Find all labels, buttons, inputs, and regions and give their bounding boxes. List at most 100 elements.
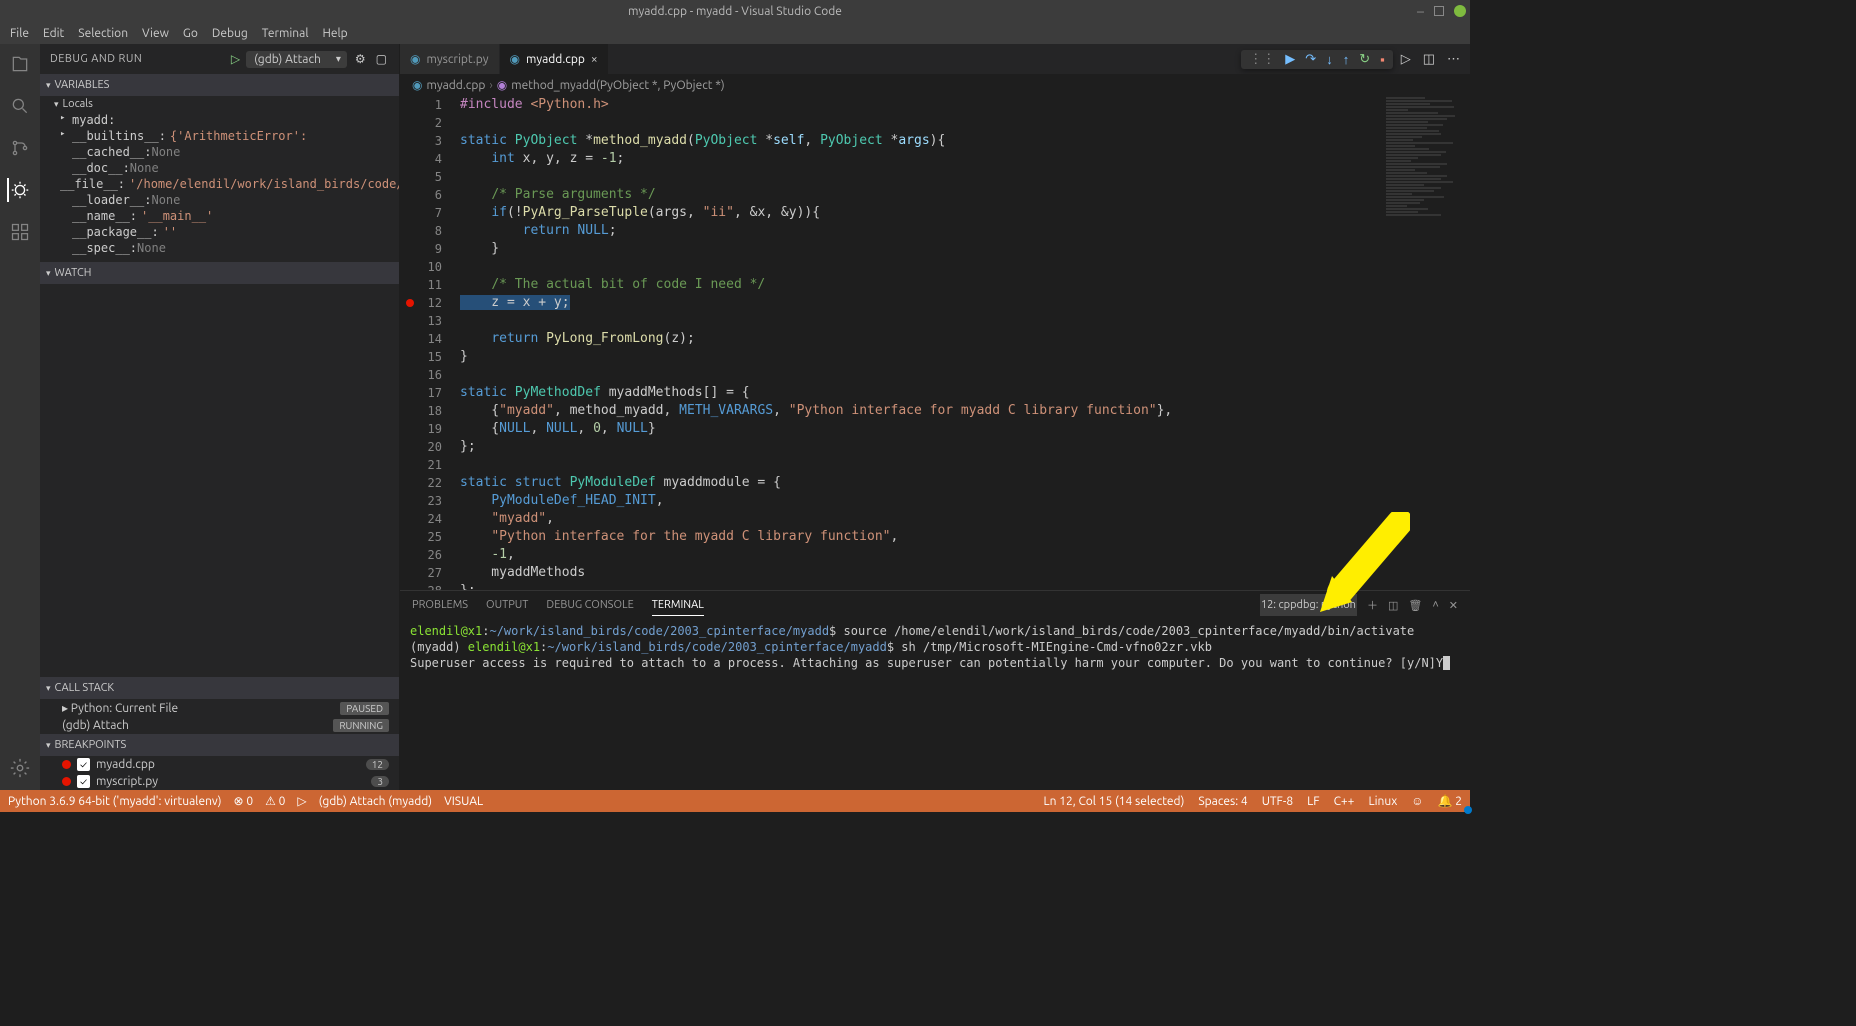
status-errors[interactable]: ⊗ 0 bbox=[234, 794, 254, 808]
editor-tabs: ◉myscript.py◉myadd.cpp× ⋮⋮ ▶ ↷ ↓ ↑ ↻ ▪ ▷… bbox=[400, 44, 1470, 74]
status-python[interactable]: Python 3.6.9 64-bit ('myadd': virtualenv… bbox=[8, 795, 222, 808]
menu-go[interactable]: Go bbox=[177, 25, 204, 42]
status-notifications[interactable]: 🔔 2 bbox=[1438, 794, 1462, 808]
status-language[interactable]: C++ bbox=[1334, 795, 1355, 808]
breakpoint-row[interactable]: ✓myadd.cpp12 bbox=[40, 756, 399, 773]
step-into-icon[interactable]: ↓ bbox=[1326, 52, 1333, 67]
menubar: FileEditSelectionViewGoDebugTerminalHelp bbox=[0, 22, 1470, 44]
panel-tab-debug-console[interactable]: DEBUG CONSOLE bbox=[546, 595, 633, 615]
status-debug-config[interactable]: (gdb) Attach (myadd) bbox=[319, 795, 432, 808]
status-cursor-pos[interactable]: Ln 12, Col 15 (14 selected) bbox=[1044, 795, 1185, 808]
file-icon: ◉ bbox=[412, 78, 422, 92]
breadcrumb[interactable]: ◉ myadd.cpp › ◉ method_myadd(PyObject *,… bbox=[400, 74, 1470, 96]
titlebar: myadd.cpp - myadd - Visual Studio Code – bbox=[0, 0, 1470, 22]
menu-edit[interactable]: Edit bbox=[37, 25, 70, 42]
debug-title: DEBUG AND RUN bbox=[50, 53, 225, 65]
variable-row[interactable]: __file__: '/home/elendil/work/island_bir… bbox=[40, 176, 399, 192]
menu-terminal[interactable]: Terminal bbox=[256, 25, 315, 42]
checkbox-icon[interactable]: ✓ bbox=[77, 775, 90, 788]
menu-selection[interactable]: Selection bbox=[72, 25, 134, 42]
panel-tab-problems[interactable]: PROBLEMS bbox=[412, 595, 468, 615]
status-debug-play-icon[interactable]: ▷ bbox=[297, 794, 306, 808]
stop-icon[interactable]: ▪ bbox=[1380, 52, 1385, 67]
kill-terminal-icon[interactable]: 🗑 bbox=[1408, 595, 1422, 616]
window-title: myadd.cpp - myadd - Visual Studio Code bbox=[628, 5, 842, 18]
variable-row[interactable]: ▸__builtins__: {'ArithmeticError': bbox=[40, 128, 399, 144]
search-icon[interactable] bbox=[8, 94, 32, 118]
variable-row[interactable]: ▸myadd: bbox=[40, 112, 399, 128]
variables-section[interactable]: ▾VARIABLES bbox=[40, 74, 399, 96]
status-eol[interactable]: LF bbox=[1307, 795, 1319, 808]
breadcrumb-file[interactable]: myadd.cpp bbox=[426, 79, 485, 92]
editor-tab-myscript-py[interactable]: ◉myscript.py bbox=[400, 44, 500, 74]
close-tab-icon[interactable]: × bbox=[591, 53, 598, 66]
variable-row[interactable]: __cached__: None bbox=[40, 144, 399, 160]
terminal[interactable]: elendil@x1:~/work/island_birds/code/2003… bbox=[400, 619, 1470, 790]
locals-header[interactable]: ▾Locals bbox=[40, 96, 399, 112]
variable-row[interactable]: __spec__: None bbox=[40, 240, 399, 256]
method-icon: ◉ bbox=[497, 78, 507, 92]
debug-icon[interactable] bbox=[7, 178, 31, 202]
status-warnings[interactable]: ⚠ 0 bbox=[265, 794, 285, 808]
debug-console-icon[interactable]: ▢ bbox=[374, 50, 389, 68]
variable-row[interactable]: __name__: '__main__' bbox=[40, 208, 399, 224]
code-editor[interactable]: 1234567891011121314151617181920212223242… bbox=[400, 96, 1470, 590]
file-icon: ◉ bbox=[410, 52, 420, 66]
source-control-icon[interactable] bbox=[8, 136, 32, 160]
breakpoint-row[interactable]: ✓myscript.py3 bbox=[40, 773, 399, 790]
minimap[interactable] bbox=[1380, 96, 1470, 590]
close-panel-icon[interactable]: ✕ bbox=[1449, 595, 1458, 616]
terminal-select[interactable]: 12: cppdbg: python bbox=[1260, 594, 1357, 616]
variable-row[interactable]: __doc__: None bbox=[40, 160, 399, 176]
menu-view[interactable]: View bbox=[136, 25, 175, 42]
settings-gear-icon[interactable] bbox=[8, 756, 32, 780]
explorer-icon[interactable] bbox=[8, 52, 32, 76]
drag-handle-icon[interactable]: ⋮⋮ bbox=[1249, 52, 1275, 67]
file-icon: ◉ bbox=[510, 52, 520, 66]
callstack-row[interactable]: ▸ Python: Current FilePAUSED bbox=[40, 699, 399, 717]
maximize-panel-icon[interactable]: ˄ bbox=[1432, 595, 1438, 615]
menu-file[interactable]: File bbox=[4, 25, 35, 42]
run-file-icon[interactable]: ▷ bbox=[1401, 52, 1411, 67]
breakpoints-section[interactable]: ▾BREAKPOINTS bbox=[40, 734, 399, 756]
more-actions-icon[interactable]: ⋯ bbox=[1447, 52, 1460, 67]
split-terminal-icon[interactable]: ◫ bbox=[1388, 595, 1398, 616]
variable-row[interactable]: __loader__: None bbox=[40, 192, 399, 208]
status-bar: Python 3.6.9 64-bit ('myadd': virtualenv… bbox=[0, 790, 1470, 812]
callstack-row[interactable]: (gdb) AttachRUNNING bbox=[40, 717, 399, 734]
panel-tab-terminal[interactable]: TERMINAL bbox=[652, 595, 704, 616]
callstack-section[interactable]: ▾CALL STACK bbox=[40, 677, 399, 699]
status-encoding[interactable]: UTF-8 bbox=[1262, 795, 1293, 808]
window-minimize-icon[interactable]: – bbox=[1417, 4, 1424, 18]
status-spaces[interactable]: Spaces: 4 bbox=[1198, 795, 1247, 808]
step-out-icon[interactable]: ↑ bbox=[1343, 52, 1350, 67]
status-os[interactable]: Linux bbox=[1368, 795, 1397, 808]
status-vim-mode: VISUAL bbox=[444, 795, 483, 808]
continue-icon[interactable]: ▶ bbox=[1285, 52, 1295, 67]
debug-sidebar: DEBUG AND RUN ▷ (gdb) Attach ⚙ ▢ ▾VARIAB… bbox=[40, 44, 400, 790]
breakpoint-dot-icon bbox=[62, 760, 71, 769]
editor-tab-myadd-cpp[interactable]: ◉myadd.cpp× bbox=[500, 44, 609, 74]
restart-icon[interactable]: ↻ bbox=[1359, 52, 1370, 67]
step-over-icon[interactable]: ↷ bbox=[1305, 52, 1316, 67]
menu-debug[interactable]: Debug bbox=[206, 25, 254, 42]
checkbox-icon[interactable]: ✓ bbox=[77, 758, 90, 771]
debug-config-select[interactable]: (gdb) Attach bbox=[246, 51, 347, 68]
debug-settings-icon[interactable]: ⚙ bbox=[353, 50, 368, 68]
extensions-icon[interactable] bbox=[8, 220, 32, 244]
window-close-icon[interactable] bbox=[1454, 5, 1466, 17]
window-maximize-icon[interactable] bbox=[1434, 6, 1444, 16]
watch-section[interactable]: ▾WATCH bbox=[40, 262, 399, 284]
split-editor-icon[interactable]: ◫ bbox=[1423, 52, 1435, 67]
bottom-panel: PROBLEMS OUTPUT DEBUG CONSOLE TERMINAL 1… bbox=[400, 590, 1470, 790]
menu-help[interactable]: Help bbox=[316, 25, 353, 42]
status-feedback-icon[interactable]: ☺ bbox=[1411, 794, 1423, 808]
variable-row[interactable]: __package__: '' bbox=[40, 224, 399, 240]
debug-toolbar: ⋮⋮ ▶ ↷ ↓ ↑ ↻ ▪ bbox=[1241, 50, 1392, 69]
breadcrumb-symbol[interactable]: method_myadd(PyObject *, PyObject *) bbox=[511, 79, 725, 92]
debug-header: DEBUG AND RUN ▷ (gdb) Attach ⚙ ▢ bbox=[40, 44, 399, 74]
breakpoint-dot-icon bbox=[62, 777, 71, 786]
panel-tab-output[interactable]: OUTPUT bbox=[486, 595, 528, 615]
start-debug-icon[interactable]: ▷ bbox=[231, 52, 240, 66]
new-terminal-icon[interactable]: ＋ bbox=[1367, 593, 1378, 617]
